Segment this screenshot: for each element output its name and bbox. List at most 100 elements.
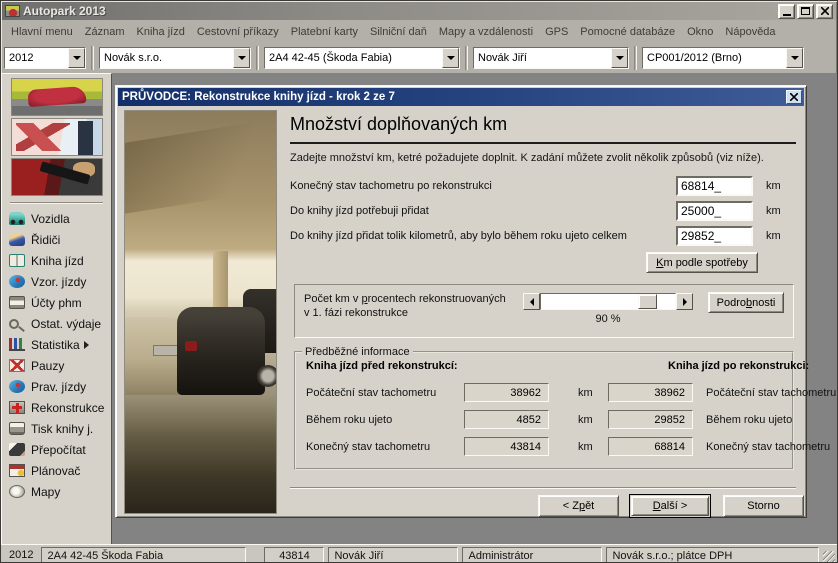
sidebar-item-ostat-vydaje[interactable]: Ostat. výdaje bbox=[2, 313, 111, 334]
odometer-after-input[interactable] bbox=[676, 176, 753, 196]
back-button[interactable]: < Zpět bbox=[538, 495, 619, 517]
logbook-icon bbox=[9, 254, 25, 267]
sidebar-item-ridici[interactable]: Řidiči bbox=[2, 229, 111, 250]
minimize-icon bbox=[783, 14, 791, 16]
preliminary-info-title: Předběžné informace bbox=[302, 346, 413, 358]
vehicle-combo[interactable]: 2A4 42-45 (Škoda Fabia) bbox=[264, 47, 460, 69]
menu-pomocne-databaze[interactable]: Pomocné databáze bbox=[574, 23, 681, 41]
sidebar-item-label: Statistika bbox=[31, 338, 80, 352]
sidebar-item-label: Ostat. výdaje bbox=[31, 317, 101, 331]
sidebar-item-vozidla[interactable]: Vozidla bbox=[2, 208, 111, 229]
minimize-button[interactable] bbox=[778, 4, 795, 19]
planner-icon bbox=[9, 464, 25, 477]
car-icon bbox=[9, 212, 25, 225]
pause-icon bbox=[9, 359, 25, 372]
sidebar-item-prav-jizdy[interactable]: Prav. jízdy bbox=[2, 376, 111, 397]
details-button[interactable]: Podrobnosti bbox=[708, 292, 784, 313]
toolbar-separator bbox=[465, 46, 468, 70]
menu-silnicni-dan[interactable]: Silniční daň bbox=[364, 23, 433, 41]
maximize-button[interactable] bbox=[797, 4, 814, 19]
company-combo-value: Novák s.r.o. bbox=[100, 48, 233, 68]
menu-gps[interactable]: GPS bbox=[539, 23, 574, 41]
toolbar: 2012 Novák s.r.o. 2A4 42-45 (Škoda Fabia… bbox=[1, 42, 837, 73]
sidebar-item-tisk-knihy[interactable]: Tisk knihy j. bbox=[2, 418, 111, 439]
close-icon bbox=[790, 93, 798, 101]
car-photo bbox=[11, 78, 103, 116]
km-to-add-label: Do knihy jízd potřebuji přidat bbox=[290, 205, 429, 217]
scrollbar-left-button[interactable] bbox=[523, 293, 540, 310]
row-start-odometer-unit: km bbox=[578, 387, 593, 399]
dialog-title: PRŮVODCE: Rekonstrukce knihy jízd - krok… bbox=[122, 91, 786, 103]
company-combo-dropdown-button[interactable] bbox=[233, 48, 250, 68]
before-start-odometer-value: 38962 bbox=[464, 383, 549, 402]
sidebar-item-mapy[interactable]: Mapy bbox=[2, 481, 111, 502]
sidebar-item-kniha-jizd[interactable]: Kniha jízd bbox=[2, 250, 111, 271]
menu-mapy-a-vzdalenosti[interactable]: Mapy a vzdálenosti bbox=[433, 23, 539, 41]
sidebar-item-label: Řidiči bbox=[31, 233, 60, 247]
sidebar-item-statistika[interactable]: Statistika bbox=[2, 334, 111, 355]
percentage-value: 90 % bbox=[523, 313, 693, 325]
arrow-left-icon bbox=[530, 298, 534, 306]
after-start-odometer-value: 38962 bbox=[608, 383, 693, 402]
dialog-close-button[interactable] bbox=[786, 90, 802, 104]
year-combo[interactable]: 2012 bbox=[4, 47, 86, 69]
sidebar-item-label: Rekonstrukce bbox=[31, 401, 104, 415]
menu-napoveda[interactable]: Nápověda bbox=[719, 23, 781, 41]
km-total-year-input[interactable] bbox=[676, 226, 753, 246]
menu-hlavni-menu[interactable]: Hlavní menu bbox=[5, 23, 79, 41]
chevron-down-icon bbox=[447, 56, 455, 60]
after-header: Kniha jízd po rekonstrukci: bbox=[668, 360, 809, 372]
status-driver: Novák Jiří bbox=[328, 547, 458, 563]
fuel-receipt-icon bbox=[9, 296, 25, 309]
menu-zaznam[interactable]: Záznam bbox=[79, 23, 131, 41]
km-by-consumption-button[interactable]: Km podle spotřeby bbox=[646, 252, 758, 273]
menu-kniha-jizd[interactable]: Kniha jízd bbox=[131, 23, 191, 41]
sidebar-item-prepocitat[interactable]: Přepočítat bbox=[2, 439, 111, 460]
vehicle-combo-dropdown-button[interactable] bbox=[442, 48, 459, 68]
sidebar-item-ucty-phm[interactable]: Účty phm bbox=[2, 292, 111, 313]
menu-cestovni-prikazy[interactable]: Cestovní příkazy bbox=[191, 23, 285, 41]
driver-combo[interactable]: Novák Jiří bbox=[473, 47, 629, 69]
trip-order-combo-value: CP001/2012 (Brno) bbox=[643, 48, 786, 68]
toolbar-separator bbox=[634, 46, 637, 70]
trip-order-combo[interactable]: CP001/2012 (Brno) bbox=[642, 47, 804, 69]
after-driven-value: 29852 bbox=[608, 410, 693, 429]
menu-platebni-karty[interactable]: Platební karty bbox=[285, 23, 364, 41]
scrollbar-track[interactable] bbox=[540, 293, 676, 310]
trip-order-combo-dropdown-button[interactable] bbox=[786, 48, 803, 68]
sidebar-item-label: Přepočítat bbox=[31, 443, 86, 457]
menu-okno[interactable]: Okno bbox=[681, 23, 719, 41]
chevron-down-icon bbox=[616, 56, 624, 60]
close-button[interactable] bbox=[816, 4, 833, 19]
maximize-icon bbox=[801, 7, 810, 15]
next-button[interactable]: Další > bbox=[629, 494, 711, 518]
resize-grip[interactable] bbox=[823, 551, 835, 563]
status-user-role: Administrátor bbox=[462, 547, 602, 563]
km-to-add-input[interactable] bbox=[676, 201, 753, 221]
garage-beam-shadow bbox=[124, 111, 277, 218]
sidebar-item-label: Kniha jízd bbox=[31, 254, 84, 268]
close-icon bbox=[821, 7, 829, 15]
company-combo[interactable]: Novák s.r.o. bbox=[99, 47, 251, 69]
sidebar-item-pauzy[interactable]: Pauzy bbox=[2, 355, 111, 376]
year-combo-dropdown-button[interactable] bbox=[68, 48, 85, 68]
status-year: 2012 bbox=[3, 547, 37, 563]
toolbar-separator bbox=[256, 46, 259, 70]
sidebar-item-label: Pauzy bbox=[31, 359, 64, 373]
sidebar-item-planovac[interactable]: Plánovač bbox=[2, 460, 111, 481]
odometer-after-unit: km bbox=[766, 180, 781, 192]
scrollbar-thumb[interactable] bbox=[638, 294, 657, 309]
vehicle-combo-value: 2A4 42-45 (Škoda Fabia) bbox=[265, 48, 442, 68]
wizard-dialog: PRŮVODCE: Rekonstrukce knihy jízd - krok… bbox=[115, 85, 807, 518]
odometer-after-label: Konečný stav tachometru po rekonstrukci bbox=[290, 180, 492, 192]
percentage-scrollbar[interactable] bbox=[523, 293, 693, 310]
title-bar: Autopark 2013 bbox=[2, 2, 836, 20]
sidebar: Vozidla Řidiči Kniha jízd Vzor. jízdy Úč… bbox=[1, 73, 112, 544]
driver-combo-dropdown-button[interactable] bbox=[611, 48, 628, 68]
cancel-button[interactable]: Storno bbox=[723, 495, 804, 517]
sidebar-item-vzor-jizdy[interactable]: Vzor. jízdy bbox=[2, 271, 111, 292]
sidebar-item-rekonstrukce[interactable]: Rekonstrukce bbox=[2, 397, 111, 418]
rules-icon bbox=[9, 380, 25, 393]
after-end-odometer-value: 68814 bbox=[608, 437, 693, 456]
scrollbar-right-button[interactable] bbox=[676, 293, 693, 310]
